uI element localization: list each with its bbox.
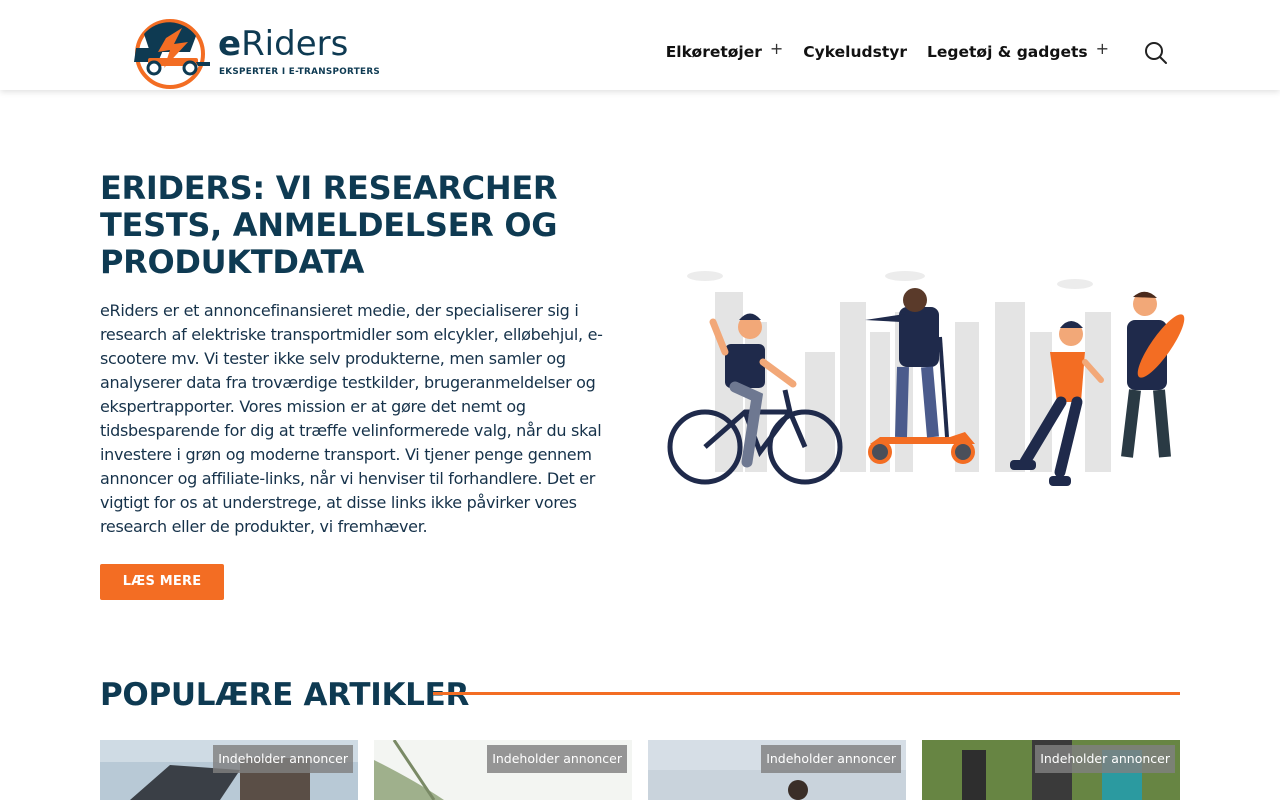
ad-disclosure-badge: Indeholder annoncer <box>761 745 901 773</box>
nav-item-elkoretojer[interactable]: Elkøretøjer + <box>665 41 784 62</box>
section-title-popular: POPULÆRE ARTIKLER <box>100 677 470 713</box>
logo-mark-icon <box>134 19 210 89</box>
article-card[interactable]: Indeholder annoncer <box>100 740 358 800</box>
article-card[interactable]: Indeholder annoncer <box>648 740 906 800</box>
nav-item-label: Cykeludstyr <box>803 43 908 61</box>
article-card[interactable]: Indeholder annoncer <box>374 740 632 800</box>
hero-illustration <box>667 271 1185 486</box>
read-more-button[interactable]: LÆS MERE <box>100 564 224 600</box>
hero-description: eRiders er et annoncefinansieret medie, … <box>100 301 603 536</box>
main-nav: Elkøretøjer + Cykeludstyr Legetøj & gadg… <box>666 40 1109 64</box>
site-logo[interactable]: eRiders EKSPERTER I E-TRANSPORTERS <box>130 18 380 90</box>
plus-icon[interactable]: + <box>770 41 783 57</box>
search-icon <box>1145 42 1167 64</box>
site-header: eRiders EKSPERTER I E-TRANSPORTERS Elkør… <box>0 0 1280 90</box>
nav-item-cykeludstyr[interactable]: Cykeludstyr <box>803 43 907 61</box>
ad-disclosure-badge: Indeholder annoncer <box>487 745 627 773</box>
article-card[interactable]: Indeholder annoncer <box>922 740 1180 800</box>
nav-item-label: Legetøj & gadgets <box>927 43 1088 61</box>
hero-title: ERIDERS: VI RESEARCHER TESTS, ANMELDELSE… <box>100 169 558 281</box>
plus-icon[interactable]: + <box>1096 41 1109 57</box>
logo-name: eRiders <box>218 24 349 64</box>
nav-item-legetoj-gadgets[interactable]: Legetøj & gadgets + <box>927 41 1109 62</box>
logo-tagline: EKSPERTER I E-TRANSPORTERS <box>219 67 381 77</box>
ad-disclosure-badge: Indeholder annoncer <box>1035 745 1175 773</box>
nav-item-label: Elkøretøjer <box>665 43 762 61</box>
search-button[interactable] <box>1143 40 1169 66</box>
section-divider <box>433 692 1180 695</box>
ad-disclosure-badge: Indeholder annoncer <box>213 745 353 773</box>
